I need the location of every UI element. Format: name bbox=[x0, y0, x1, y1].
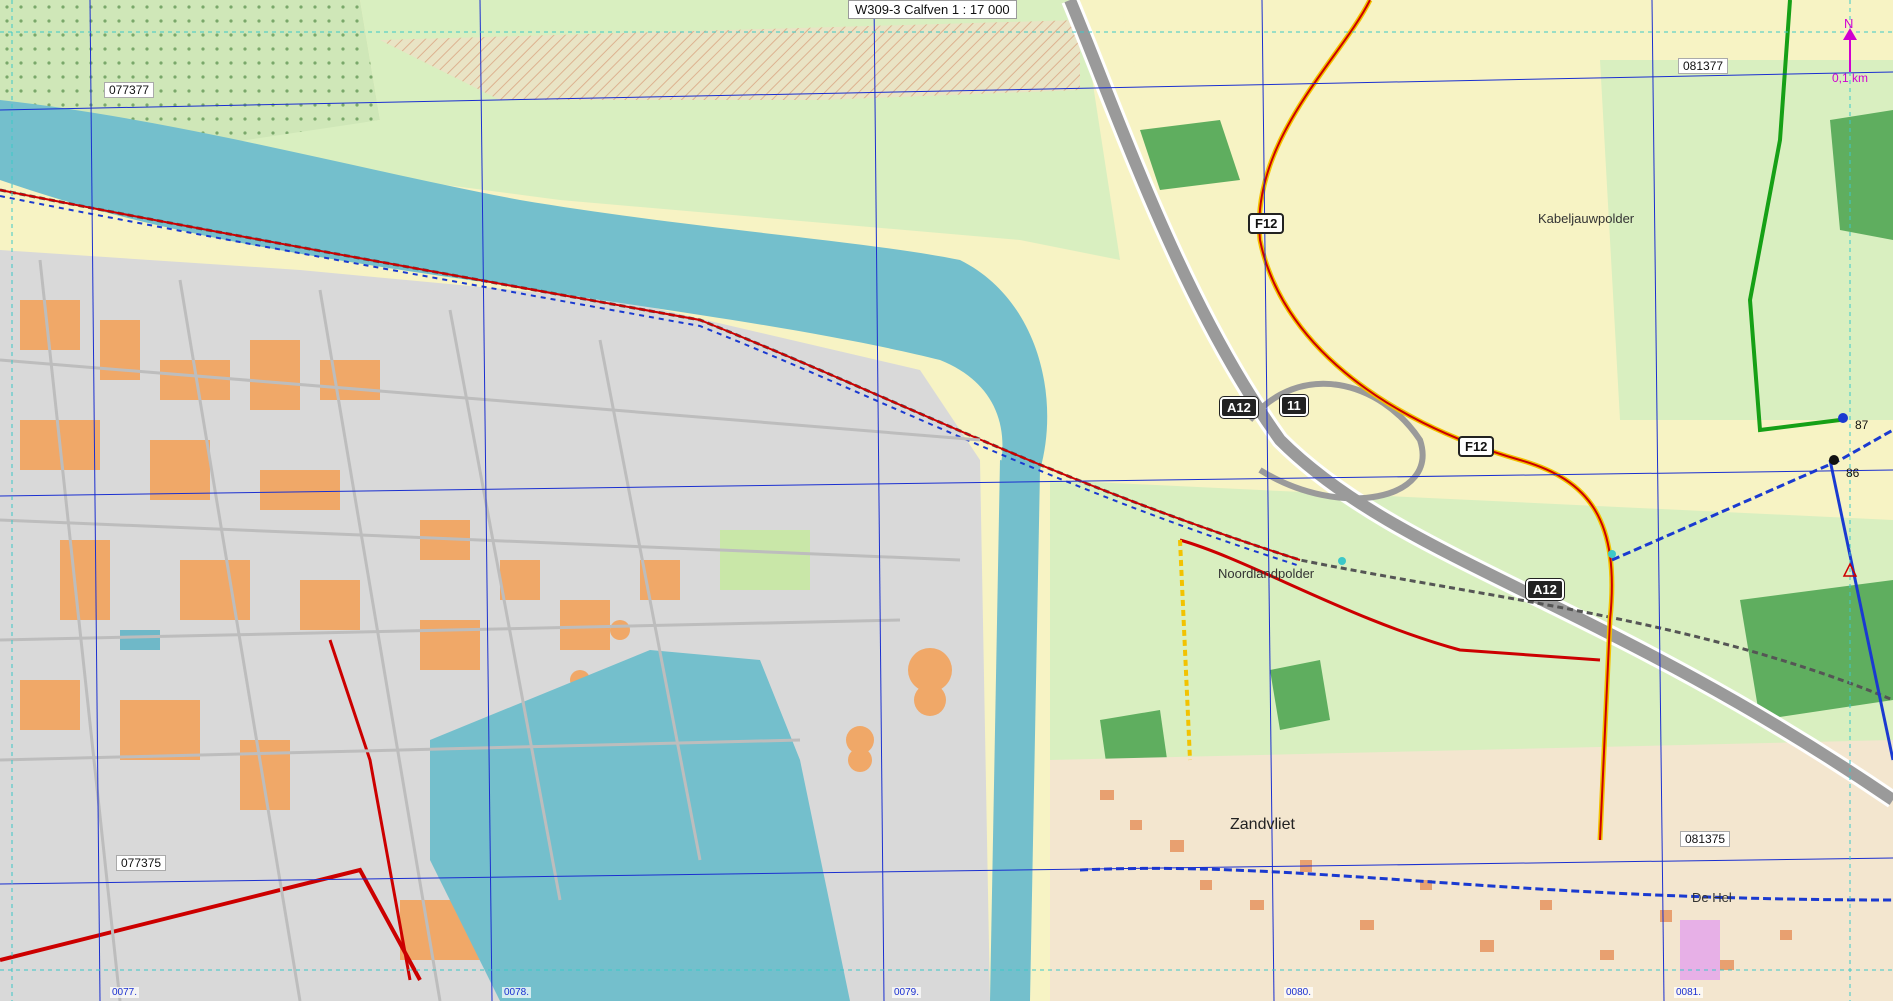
edge-label: 0079. bbox=[892, 987, 922, 998]
edge-label: 0078. bbox=[502, 987, 532, 998]
node-86-marker[interactable] bbox=[1829, 455, 1839, 465]
junction-marker[interactable] bbox=[1608, 550, 1616, 558]
road-shield: A12 bbox=[1220, 397, 1258, 418]
green-area bbox=[720, 530, 810, 590]
place-kabeljauwpolder: Kabeljauwpolder bbox=[1538, 211, 1635, 226]
meadow-east bbox=[1600, 60, 1893, 420]
grid-label: 081377 bbox=[1678, 58, 1729, 74]
special-area bbox=[1680, 920, 1720, 980]
grid-label: 077377 bbox=[104, 82, 155, 98]
edge-label: 0080. bbox=[1284, 987, 1314, 998]
grid-label: 077375 bbox=[116, 855, 167, 871]
place-noordlandpolder: Noordlandpolder bbox=[1218, 566, 1315, 581]
node-87-marker[interactable] bbox=[1838, 413, 1848, 423]
junction-marker[interactable] bbox=[1338, 557, 1346, 565]
road-shield: F12 bbox=[1248, 213, 1285, 234]
road-shield: F12 bbox=[1458, 436, 1495, 457]
place-de-hel: De Hel bbox=[1692, 890, 1732, 905]
node-86-label: 86 bbox=[1846, 466, 1860, 480]
map-canvas[interactable]: W309-3 Calfven 1 : 17 000 N 0,1 km 07737… bbox=[0, 0, 1893, 1001]
edge-label: 0077. bbox=[110, 987, 140, 998]
village-area bbox=[1050, 740, 1893, 1001]
place-zandvliet: Zandvliet bbox=[1230, 816, 1295, 833]
scale-label: 0,1 km bbox=[1832, 71, 1869, 85]
north-label: N bbox=[1844, 16, 1854, 31]
map-drawing[interactable] bbox=[0, 0, 1893, 1001]
map-title: W309-3 Calfven 1 : 17 000 bbox=[848, 0, 1017, 19]
road-shield: 11 bbox=[1280, 395, 1308, 416]
road-shield: A12 bbox=[1526, 579, 1564, 600]
node-87-label: 87 bbox=[1855, 418, 1869, 432]
pond bbox=[120, 630, 160, 650]
edge-label: 0081. bbox=[1674, 987, 1704, 998]
grid-label: 081375 bbox=[1680, 831, 1731, 847]
